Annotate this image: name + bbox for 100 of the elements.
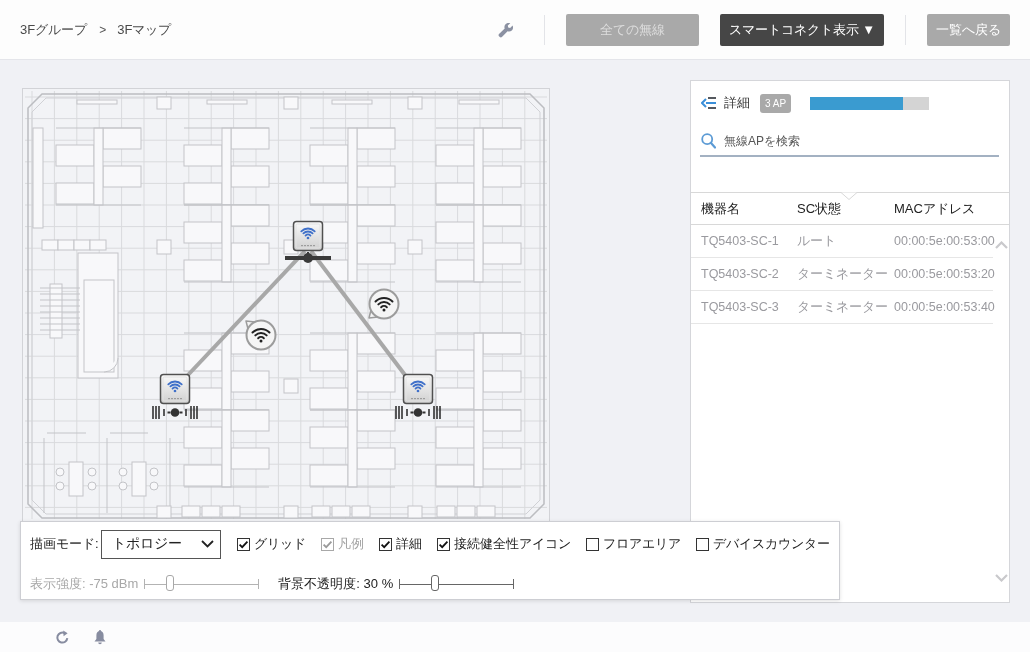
desk [183,221,223,244]
pillar [156,239,172,255]
fixture [206,99,248,105]
pillar [407,239,423,255]
desk [309,349,349,372]
desk [230,165,270,188]
access-point-icon[interactable] [292,220,324,252]
desk [230,370,270,393]
table-cell: 00:00:5e:00:53:40 [894,300,995,314]
fixture [221,505,241,518]
mode-select[interactable]: トポロジー [100,529,221,559]
desk [356,242,396,265]
fixture [331,99,373,105]
desk [183,144,223,167]
wifi-bubble-icon [368,288,400,320]
ap-count-badge: 3 AP [760,93,792,113]
breadcrumb-current: 3Fマップ [117,20,172,39]
slider-label: 背景不透明度: 30 % [278,575,394,593]
fixture [76,99,118,105]
chevron-down-icon [200,540,214,548]
terminator-marker-icon [152,406,198,419]
fixture [351,505,371,518]
checkbox[interactable] [585,537,599,551]
pillar [283,505,299,519]
table-cell: 00:00:5e:00:53:20 [894,267,995,281]
fixture [311,505,331,518]
checkbox[interactable] [695,537,709,551]
locker [73,239,91,251]
desk [435,349,475,372]
pillar [407,505,423,519]
terminator-marker-icon [395,406,441,419]
fixture [436,505,456,518]
column-header[interactable]: SC状態 [797,199,894,218]
checkbox-label: 詳細 [395,535,422,553]
desk [55,144,95,167]
breadcrumb-separator: > [99,22,107,37]
desk [482,370,522,393]
table-cell: 00:00:5e:00:53:00 [894,234,995,248]
slider-track[interactable] [399,575,515,593]
desk [435,144,475,167]
meeting-table [131,461,147,497]
pillar [283,96,299,110]
meeting-table [68,461,84,497]
table-cell-text: ターミネーター [797,265,889,283]
table-cell-text: ターミネーター [797,298,889,316]
desk [309,426,349,449]
list-arrow-icon [701,97,717,109]
checkbox-label: 接続健全性アイコン [453,535,571,553]
table-cell-text: TQ5403-SC-3 [701,300,780,314]
desk [435,426,475,449]
bell-icon[interactable] [93,629,107,645]
checkbox-label: グリッド [253,535,306,553]
checkbox-label: フロアエリア [602,535,681,553]
root-marker-icon [285,252,331,263]
fixture [201,505,221,518]
staircase-drawing [39,283,81,339]
desk [482,165,522,188]
locker [89,239,107,251]
access-point-icon[interactable] [402,373,434,405]
desk [435,221,475,244]
pillar [407,96,423,110]
mode-label: 描画モード: [30,535,99,553]
search-icon [701,133,716,149]
desk [356,447,396,470]
pillar [156,96,172,110]
desk [230,447,270,470]
wrench-icon[interactable] [497,21,514,38]
table-cell-text: TQ5403-SC-1 [701,234,780,248]
desk [102,165,142,188]
search-field[interactable]: 無線APを検索 [700,133,999,157]
refresh-icon[interactable] [55,629,70,645]
wifi-bubble-icon [245,319,277,351]
desk [183,426,223,449]
column-header[interactable]: MACアドレス [894,199,1009,218]
checkbox[interactable] [436,537,450,551]
desk [309,144,349,167]
details-button[interactable]: 詳細 [701,94,750,112]
breadcrumb-link[interactable]: 3Fグループ [20,20,88,39]
checkbox-label: 凡例 [337,535,364,553]
slider-thumb[interactable] [430,575,439,591]
checkbox[interactable] [378,537,392,551]
fixture [331,505,351,518]
desk [356,370,396,393]
fixture [181,505,201,518]
fixture [458,99,500,105]
checkbox[interactable] [236,537,250,551]
checkbox-label: デバイスカウンター [712,535,830,553]
desk [356,165,396,188]
table-cell-text: TQ5403-SC-2 [701,267,780,281]
access-point-icon[interactable] [159,373,191,405]
desk [482,447,522,470]
fixture [476,505,496,518]
locker [57,239,75,251]
pillar [156,505,172,519]
column-header[interactable]: 機器名 [701,199,797,218]
toolbar-button[interactable]: スマートコネクト表示 ▼ [719,13,884,46]
slider-label: 表示強度: -75 dBm [30,575,139,593]
fixture [456,505,476,518]
locker [41,239,59,251]
table-cell-text: ルート [797,232,837,250]
